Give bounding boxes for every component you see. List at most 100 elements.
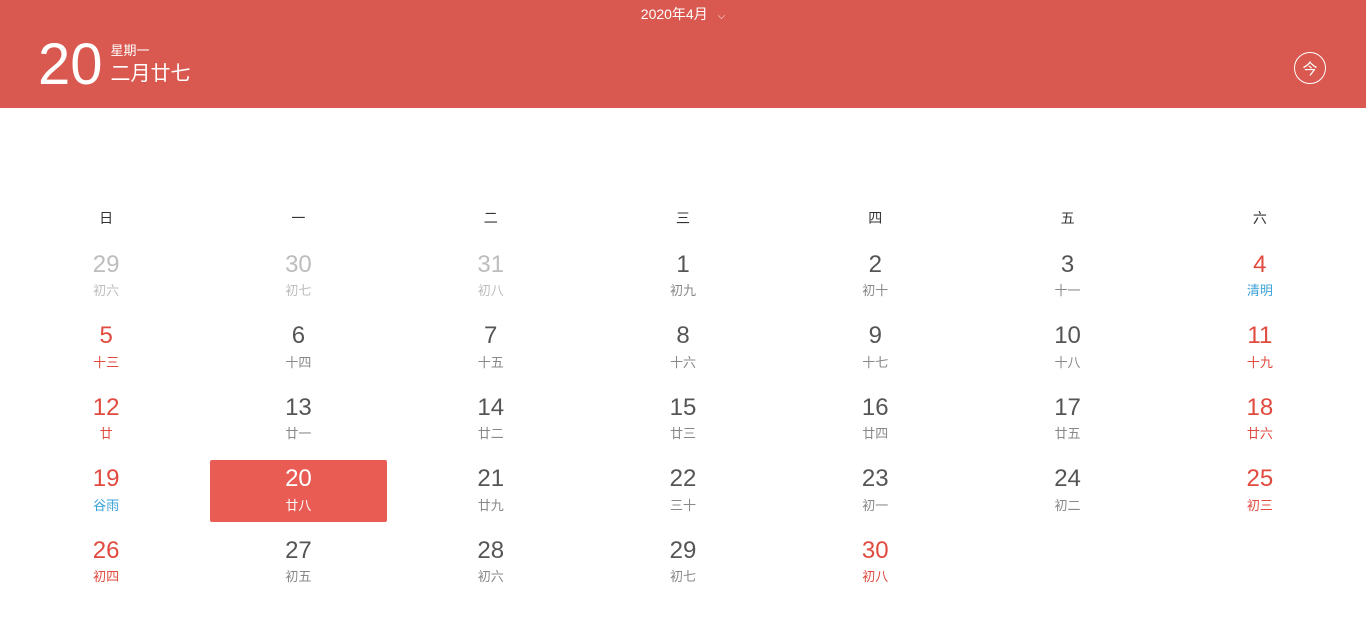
weekday-header-3: 三 [587,208,779,228]
day-number: 6 [210,323,386,349]
day-number: 3 [979,252,1155,278]
day-cell[interactable]: 30 初八 [787,532,963,593]
day-number: 19 [18,466,194,492]
day-lunar-label: 十六 [595,352,771,371]
day-lunar-label: 谷雨 [18,495,194,514]
day-cell[interactable]: 6 十四 [210,317,386,378]
day-number: 2 [787,252,963,278]
day-cell[interactable]: 11十九 [1172,317,1348,378]
day-cell[interactable]: 29初七 [595,532,771,593]
day-cell[interactable]: 19 谷雨 [18,460,194,521]
day-lunar-label: 三十 [595,495,771,514]
day-lunar-label: 廿九 [403,495,579,514]
calendar-body: 日一二三四五六 29初六 30初七 31 初八 1 初九 2 初十 3 十一 4 清明 5十三 6 十四 7十… [0,108,1366,613]
day-lunar-label: 廿六 [1172,423,1348,442]
day-cell[interactable]: 9十七 [787,317,963,378]
today-button[interactable]: 今 [1294,52,1326,84]
day-number: 15 [595,395,771,421]
day-cell[interactable]: 3 十一 [979,246,1155,307]
day-number: 1 [595,252,771,278]
day-number: 5 [18,323,194,349]
day-cell[interactable]: 29初六 [18,246,194,307]
day-number: 12 [18,395,194,421]
day-cell[interactable]: 23 初一 [787,460,963,521]
day-lunar-label: 初八 [403,280,579,299]
day-number: 24 [979,466,1155,492]
day-lunar-label: 廿 [18,423,194,442]
weekday-header-5: 五 [971,208,1163,228]
day-lunar-label: 初十 [787,280,963,299]
day-lunar-label: 廿一 [210,423,386,442]
day-number: 11 [1172,323,1348,349]
day-cell[interactable]: 5十三 [18,317,194,378]
day-cell[interactable]: 24初二 [979,460,1155,521]
day-cell[interactable]: 14 廿二 [403,389,579,450]
day-cell[interactable]: 10 十八 [979,317,1155,378]
day-cell[interactable]: 25 初三 [1172,460,1348,521]
weekday-header-0: 日 [10,208,202,228]
day-lunar-label: 十四 [210,352,386,371]
day-number: 27 [210,538,386,564]
day-lunar-label: 廿二 [403,423,579,442]
day-cell[interactable]: 13廿一 [210,389,386,450]
day-number: 17 [979,395,1155,421]
day-cell[interactable]: 1 初九 [595,246,771,307]
day-lunar-label: 初八 [787,566,963,585]
day-number: 8 [595,323,771,349]
day-number: 18 [1172,395,1348,421]
day-cell[interactable]: 27初五 [210,532,386,593]
day-cell[interactable]: 30初七 [210,246,386,307]
day-lunar-label: 十七 [787,352,963,371]
weekday-header-6: 六 [1164,208,1356,228]
day-number: 14 [403,395,579,421]
date-info: 星期一 二月廿七 [111,42,191,88]
day-number: 20 [210,466,386,492]
weekday-header-4: 四 [779,208,971,228]
days-grid: 29初六 30初七 31 初八 1 初九 2 初十 3 十一 4 清明 5十三 6 十四 7十五 8 十六 9十七 1… [10,246,1356,593]
day-number: 10 [979,323,1155,349]
day-number: 31 [403,252,579,278]
day-cell[interactable]: 7十五 [403,317,579,378]
day-lunar-label: 初三 [1172,495,1348,514]
day-number: 25 [1172,466,1348,492]
day-lunar-label: 初九 [595,280,771,299]
day-number: 23 [787,466,963,492]
day-cell[interactable]: 17 廿五 [979,389,1155,450]
day-cell[interactable]: 21廿九 [403,460,579,521]
day-number: 4 [1172,252,1348,278]
weekday-label: 星期一 [111,42,191,60]
day-lunar-label: 初六 [403,566,579,585]
day-lunar-label: 初一 [787,495,963,514]
day-cell[interactable]: 22三十 [595,460,771,521]
day-cell[interactable]: 28初六 [403,532,579,593]
day-cell[interactable]: 2 初十 [787,246,963,307]
day-lunar-label: 十一 [979,280,1155,299]
day-lunar-label: 初六 [18,280,194,299]
weekday-header-2: 二 [395,208,587,228]
day-cell[interactable]: 31 初八 [403,246,579,307]
day-lunar-label: 十八 [979,352,1155,371]
date-banner: 20 星期一 二月廿七 今 [0,28,1366,108]
selected-date-number: 20 [38,36,103,94]
day-lunar-label: 初四 [18,566,194,585]
day-cell[interactable]: 18 廿六 [1172,389,1348,450]
day-cell[interactable]: 20 廿八 [210,460,386,521]
day-cell[interactable]: 8 十六 [595,317,771,378]
day-lunar-label: 廿八 [210,495,386,514]
day-number: 16 [787,395,963,421]
day-number: 30 [787,538,963,564]
day-cell[interactable]: 4 清明 [1172,246,1348,307]
month-label: 2020年4月 [641,6,708,22]
day-cell[interactable]: 26初四 [18,532,194,593]
weekday-header-1: 一 [202,208,394,228]
calendar-header: 2020年4月 ⌵ 20 星期一 二月廿七 今 [0,0,1366,108]
lunar-date-label: 二月廿七 [111,60,191,88]
day-cell[interactable]: 16廿四 [787,389,963,450]
day-cell[interactable]: 15廿三 [595,389,771,450]
day-lunar-label: 清明 [1172,280,1348,299]
day-lunar-label: 廿五 [979,423,1155,442]
day-cell[interactable]: 12 廿 [18,389,194,450]
month-selector[interactable]: 2020年4月 ⌵ [0,0,1366,28]
weekday-row: 日一二三四五六 [10,208,1356,228]
day-lunar-label: 十五 [403,352,579,371]
